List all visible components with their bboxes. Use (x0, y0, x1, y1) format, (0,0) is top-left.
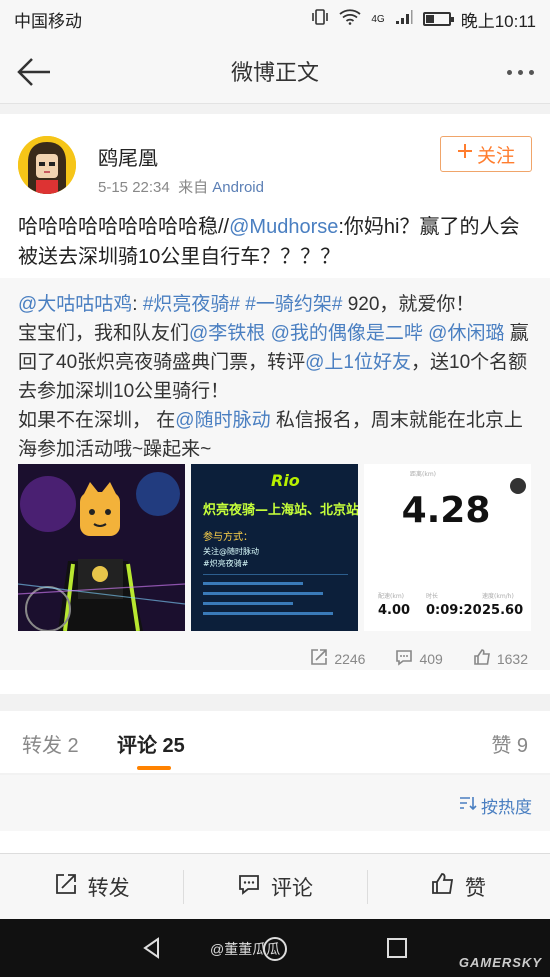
repost-label: 转发 (87, 876, 130, 900)
distance-value: 4.28 (402, 490, 491, 531)
watermark: @董董瓜瓜 (210, 941, 281, 957)
clock: 晚上10:11 (460, 11, 536, 31)
sort-bar: 按热度 (0, 775, 550, 831)
follow-label: 关注 (476, 145, 515, 167)
mention-link[interactable]: @Mudhorse (229, 216, 338, 238)
back-arrow-icon[interactable] (14, 52, 54, 92)
like-count[interactable]: 1632 (473, 648, 528, 669)
tab-comments[interactable]: 评论 25 (117, 729, 185, 758)
repost-text-part: 宝宝们，我和队友们 (18, 323, 190, 344)
repost-text: @大咕咕咕鸡: #炽亮夜骑# #一骑约架# 920，就爱你！ 宝宝们，我和队友们… (18, 294, 529, 460)
comment-count[interactable]: 409 (395, 648, 443, 669)
vibrate-icon (311, 8, 329, 30)
post-text: 哈哈哈哈哈哈哈哈哈稳//@Mudhorse:你妈hi？赢了的人会被送去深圳骑10… (18, 212, 533, 272)
nav-back-icon[interactable] (140, 936, 164, 965)
share-icon (54, 872, 78, 902)
comment-icon (395, 648, 413, 669)
page-title: 微博正文 (230, 59, 319, 85)
weibo-post: 鸥尾凰 5-15 22:34 来自 Android 关注 哈哈哈哈哈哈哈哈哈稳/… (0, 114, 550, 694)
sort-by-hot-button[interactable]: 按热度 (459, 793, 532, 818)
repost-count-value: 2246 (334, 650, 366, 667)
mention-link[interactable]: @休闲璐 (428, 323, 504, 344)
post-time: 5-15 22:34 (98, 179, 170, 196)
username[interactable]: 鸥尾凰 (98, 142, 158, 171)
mention-link[interactable]: @随时脉动 (175, 410, 270, 431)
comment-list-peek (0, 831, 550, 853)
mention-link[interactable]: @我的偶像是二哔 (271, 323, 423, 344)
repost-text-part: 920，就爱你！ (342, 294, 475, 315)
comment-count-value: 409 (419, 650, 443, 667)
sort-icon (459, 795, 477, 816)
metric-label: 时长 (426, 592, 438, 600)
repost-text-part: 如果不在深圳， 在 (18, 410, 176, 431)
tab-likes[interactable]: 赞 9 (491, 729, 528, 758)
thumbs-up-icon (431, 872, 455, 902)
poster-sub: 参与方式： (203, 530, 253, 543)
comment-button[interactable]: 评论 (183, 854, 366, 919)
action-bar: 转发 评论 赞 (0, 853, 550, 919)
metric-value: 0:09:20 (426, 603, 482, 618)
ride-stats-screenshot[interactable]: 距离(km) 4.28 配速(km) 4.00 时长 0:09:20 速度(km… (364, 464, 531, 631)
tab-reposts[interactable]: 转发 2 (22, 729, 79, 758)
post-source: Android (212, 179, 264, 196)
signal-icon (395, 9, 413, 30)
post-meta: 5-15 22:34 来自 Android (98, 176, 264, 197)
post-text-part: 哈哈哈哈哈哈哈哈哈稳// (18, 216, 230, 238)
reposted-content[interactable]: @大咕咕咕鸡: #炽亮夜骑# #一骑约架# 920，就爱你！ 宝宝们，我和队友们… (0, 278, 550, 670)
poster-line: 关注@随时脉动 (203, 546, 259, 556)
poster-brand: Rio (271, 471, 300, 490)
network-type-label: 4G (371, 13, 385, 25)
more-options-icon[interactable] (507, 70, 534, 75)
sort-label: 按热度 (481, 798, 532, 817)
mention-link[interactable]: @大咕咕咕鸡 (18, 294, 132, 315)
like-label: 赞 (464, 876, 486, 900)
metric-value: 25.60 (482, 603, 523, 618)
poster-line: #炽亮夜骑# (203, 558, 249, 568)
site-watermark: GAMERSKY (458, 955, 542, 970)
repost-button[interactable]: 转发 (0, 854, 183, 919)
detail-tabs: 转发 2 评论 25 赞 9 (0, 711, 550, 773)
repost-count[interactable]: 2246 (310, 648, 365, 669)
mention-link[interactable]: @上1位好友 (305, 352, 411, 373)
nav-bar: 微博正文 (0, 38, 550, 104)
hashtag-link[interactable]: #一骑约架# (245, 294, 342, 315)
status-bar: 中国移动 4G 晚上10:11 (0, 0, 550, 38)
distance-label: 距离(km) (410, 470, 436, 478)
source-prefix: 来自 (178, 179, 209, 196)
plus-icon (457, 143, 473, 165)
metric-value: 4.00 (378, 603, 410, 618)
poster-heading: 炽亮夜骑—上海站、北京站 (203, 502, 358, 518)
comment-label: 评论 (270, 876, 313, 900)
mention-link[interactable]: @李铁根 (189, 323, 265, 344)
avatar[interactable] (18, 136, 76, 194)
thumbs-up-icon (473, 648, 491, 669)
carrier-name: 中国移动 (14, 11, 82, 31)
like-count-value: 1632 (496, 650, 528, 667)
nav-recents-icon[interactable] (386, 937, 408, 964)
battery-icon (422, 12, 454, 26)
image-grid: Rio 炽亮夜骑—上海站、北京站 参与方式： 关注@随时脉动 #炽亮夜骑# 距离… (18, 464, 531, 631)
event-poster[interactable]: Rio 炽亮夜骑—上海站、北京站 参与方式： 关注@随时脉动 #炽亮夜骑# (191, 464, 358, 631)
repost-stats: 2246 409 1632 (0, 648, 550, 669)
wifi-icon (339, 8, 361, 30)
comment-icon (237, 872, 261, 902)
photo-cyclist[interactable] (18, 464, 185, 631)
share-icon (310, 648, 328, 669)
hashtag-link[interactable]: #炽亮夜骑# (143, 294, 240, 315)
follow-button[interactable]: 关注 (440, 136, 532, 172)
active-tab-indicator (137, 766, 171, 770)
metric-label: 配速(km) (378, 593, 404, 600)
globe-icon (510, 478, 526, 494)
system-nav-bar: @董董瓜瓜 GAMERSKY (0, 919, 550, 977)
metric-label: 速度(km/h) (482, 592, 514, 600)
like-button[interactable]: 赞 (366, 854, 550, 919)
